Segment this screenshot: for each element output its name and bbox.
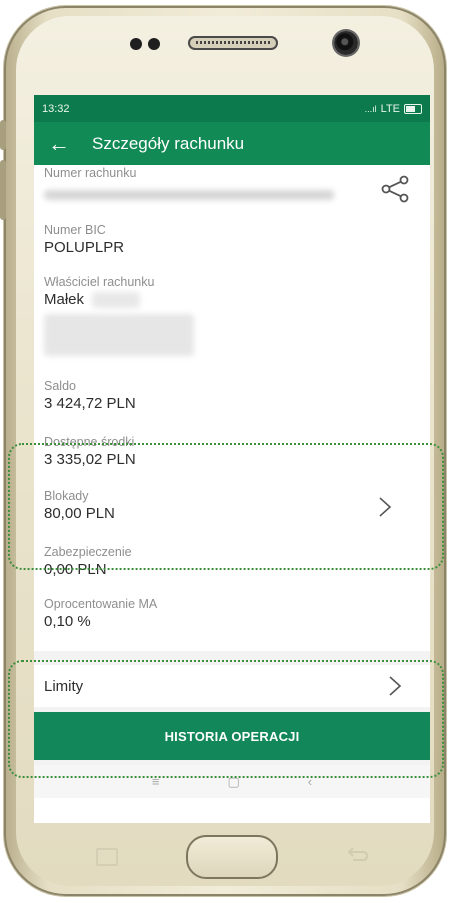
back-key-icon[interactable] xyxy=(345,844,369,864)
owner-value: Małek xyxy=(44,291,85,308)
bic-value: POLUPLPR xyxy=(44,239,125,256)
account-number-field: Numer rachunku xyxy=(44,165,420,215)
earpiece-speaker xyxy=(188,36,278,50)
arrow-left-icon[interactable]: ← xyxy=(34,132,84,155)
home-key[interactable] xyxy=(186,835,278,879)
limits-highlight-box xyxy=(8,660,444,778)
signal-icon: ...ıl xyxy=(364,103,377,114)
interest-value: 0,10 % xyxy=(44,613,91,630)
owner-field: Właściciel rachunku Małek xyxy=(44,274,420,378)
recent-apps-key[interactable] xyxy=(96,848,118,866)
owner-row: Małek xyxy=(44,290,420,310)
saldo-field: Saldo 3 424,72 PLN xyxy=(44,378,420,434)
bic-label: Numer BIC xyxy=(44,223,106,237)
owner-surname-redacted xyxy=(92,292,141,308)
saldo-label: Saldo xyxy=(44,379,76,393)
volume-button xyxy=(0,120,6,150)
share-icon[interactable] xyxy=(380,175,410,203)
details-card: Numer rachunku Numer BIC POLUPLPR Właści… xyxy=(34,165,430,651)
owner-label: Właściciel rachunku xyxy=(44,275,155,289)
battery-icon xyxy=(404,103,422,114)
status-icons: ...ıl LTE xyxy=(365,103,422,115)
volume-button-2 xyxy=(0,160,6,220)
status-bar: 13:32 ...ıl LTE xyxy=(34,95,430,122)
app-bar: ← Szczegóły rachunku xyxy=(34,122,430,165)
account-number-label: Numer rachunku xyxy=(44,166,137,180)
sensor-dot xyxy=(148,38,160,50)
account-number-value-redacted xyxy=(44,190,334,200)
bic-field: Numer BIC POLUPLPR xyxy=(44,222,420,274)
sensor-dot xyxy=(130,38,142,50)
status-time: 13:32 xyxy=(42,102,70,115)
interest-field: Oprocentowanie MA 0,10 % xyxy=(44,596,420,646)
network-type: LTE xyxy=(380,102,400,115)
saldo-value: 3 424,72 PLN xyxy=(44,395,136,412)
funds-highlight-box xyxy=(8,443,444,570)
owner-address-redacted xyxy=(44,314,194,356)
interest-label: Oprocentowanie MA xyxy=(44,597,158,611)
sensors xyxy=(130,38,160,50)
front-camera xyxy=(334,31,358,55)
page-title: Szczegóły rachunku xyxy=(92,133,245,153)
